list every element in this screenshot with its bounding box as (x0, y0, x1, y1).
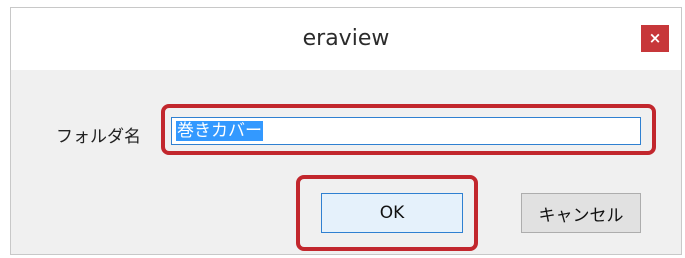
dialog-content: フォルダ名 巻きカバー OK キャンセル (11, 70, 681, 254)
close-button[interactable]: × (641, 25, 669, 52)
ok-highlight-frame (296, 175, 478, 251)
title-bar[interactable]: eraview × (11, 8, 681, 70)
folder-name-label: フォルダ名 (56, 127, 141, 147)
input-highlight-frame (161, 104, 656, 155)
window-title: eraview (302, 26, 390, 51)
dialog-window: eraview × フォルダ名 巻きカバー OK キャンセル (10, 7, 682, 255)
close-icon: × (648, 29, 662, 47)
cancel-button[interactable]: キャンセル (521, 193, 641, 233)
